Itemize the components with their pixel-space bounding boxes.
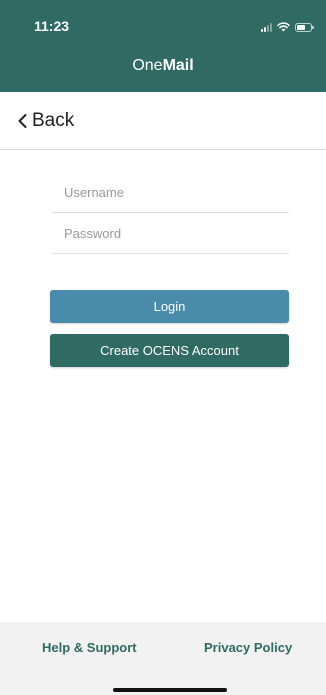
battery-icon <box>295 23 314 32</box>
status-time: 11:23 <box>34 18 70 34</box>
status-icons <box>261 20 314 32</box>
app-title: OneMail <box>0 57 326 75</box>
app-title-regular: One <box>132 57 163 74</box>
status-bar: 11:23 <box>0 0 326 50</box>
back-button[interactable]: Back <box>17 110 74 132</box>
privacy-policy-link[interactable]: Privacy Policy <box>204 640 292 655</box>
footer: Help & Support Privacy Policy <box>0 622 326 695</box>
create-account-button[interactable]: Create OCENS Account <box>50 334 289 367</box>
login-screen: 11:23 OneMail Back Username Login Create… <box>0 0 326 695</box>
help-support-link[interactable]: Help & Support <box>42 640 137 655</box>
wifi-icon <box>277 22 290 32</box>
nav-bar: Back <box>0 92 326 150</box>
signal-icon <box>261 22 272 32</box>
username-input[interactable] <box>51 172 289 213</box>
app-header: 11:23 OneMail <box>0 0 326 92</box>
login-button[interactable]: Login <box>50 290 289 323</box>
back-label: Back <box>32 110 75 131</box>
login-form <box>51 172 289 254</box>
chevron-left-icon <box>18 114 27 128</box>
home-indicator <box>113 688 227 692</box>
app-title-bold: Mail <box>162 57 194 74</box>
password-input[interactable] <box>51 213 289 254</box>
